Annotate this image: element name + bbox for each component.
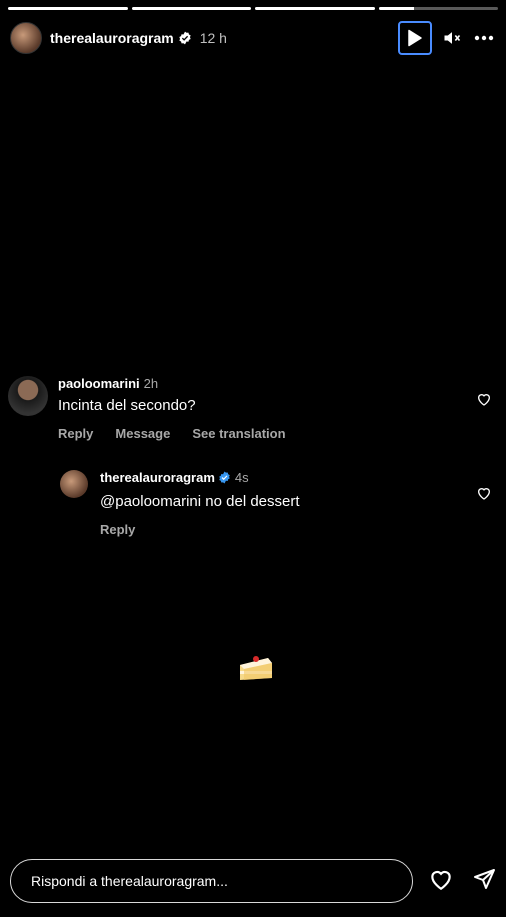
reply-button[interactable]: Reply	[100, 522, 135, 537]
comment-reply-item: therealauroragram 4s @paoloomarini no del…	[60, 470, 492, 537]
story-header: therealauroragram 12 h	[10, 20, 496, 56]
cake-slice-icon[interactable]	[238, 648, 274, 684]
reply-bar	[10, 859, 496, 903]
more-horizontal-icon	[474, 35, 494, 41]
comment-item: paoloomarini 2h Incinta del secondo? Repl…	[8, 376, 492, 441]
speaker-muted-icon	[444, 32, 461, 44]
comment-username[interactable]: therealauroragram	[100, 470, 215, 485]
comment-text: @paoloomarini no del dessert	[100, 493, 300, 510]
progress-segment	[378, 7, 498, 10]
progress-segment	[255, 7, 375, 10]
mute-button[interactable]	[442, 28, 462, 48]
heart-icon[interactable]	[476, 391, 492, 412]
play-icon	[408, 29, 422, 47]
story-username[interactable]: therealauroragram	[50, 30, 174, 46]
story-time: 12 h	[199, 30, 227, 46]
verified-badge-icon	[178, 31, 192, 45]
reply-button[interactable]: Reply	[58, 426, 93, 441]
avatar[interactable]	[8, 376, 48, 416]
more-options-button[interactable]	[472, 26, 496, 50]
comment-username[interactable]: paoloomarini	[58, 376, 140, 391]
avatar[interactable]	[10, 22, 42, 54]
comment-time: 4s	[234, 470, 249, 485]
heart-icon[interactable]	[428, 866, 454, 897]
progress-segment	[131, 7, 251, 10]
heart-icon[interactable]	[476, 485, 492, 506]
see-translation-button[interactable]: See translation	[192, 426, 285, 441]
verified-badge-icon	[218, 471, 231, 487]
paper-plane-icon[interactable]	[472, 867, 496, 896]
comment-text: Incinta del secondo?	[58, 397, 196, 414]
avatar[interactable]	[60, 470, 88, 498]
story-progress-bar	[8, 7, 498, 10]
comment-time: 2h	[143, 376, 159, 391]
play-button[interactable]	[398, 21, 432, 55]
reply-input[interactable]	[10, 859, 413, 903]
progress-segment	[8, 7, 128, 10]
message-button[interactable]: Message	[115, 426, 170, 441]
